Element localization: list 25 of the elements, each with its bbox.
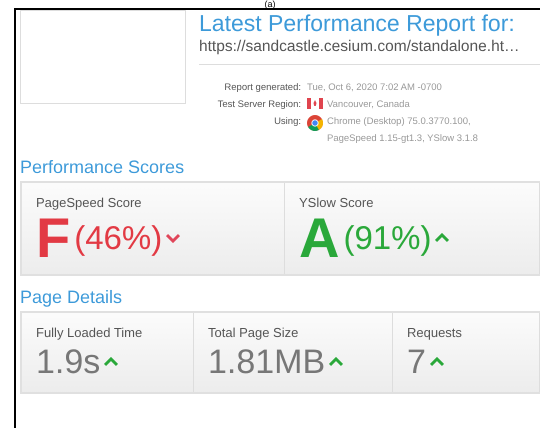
detail-value: 7 bbox=[407, 342, 426, 383]
detail-value: 1.9s bbox=[36, 342, 100, 383]
meta-label: Report generated: bbox=[223, 81, 301, 95]
meta-label: Test Server Region: bbox=[216, 98, 301, 112]
detail-label: Requests bbox=[407, 325, 463, 340]
grade-letter: A bbox=[299, 210, 340, 266]
report-title: Latest Performance Report for: bbox=[199, 10, 516, 36]
browser-icon bbox=[307, 115, 323, 131]
flag-icon bbox=[307, 98, 323, 109]
score-percent: (46%) bbox=[74, 219, 162, 257]
detail-value: 1.81MB bbox=[208, 342, 326, 383]
report-url: https://sandcastle.cesium.com/standalone.ht… bbox=[199, 36, 540, 65]
meta-value: Tue, Oct 6, 2020 7:02 AM -0700 bbox=[307, 81, 442, 95]
section-heading: Performance Scores bbox=[20, 156, 186, 178]
detail-label: Total Page Size bbox=[208, 325, 300, 340]
score-percent: (91%) bbox=[343, 219, 432, 257]
detail-label: Fully Loaded Time bbox=[36, 325, 144, 340]
grade-letter: F bbox=[36, 210, 70, 266]
meta-value: Chrome (Desktop) 75.0.3770.100, bbox=[327, 115, 472, 129]
score-label: PageSpeed Score bbox=[36, 195, 143, 210]
meta-value: Vancouver, Canada bbox=[327, 98, 410, 112]
meta-label: Using: bbox=[273, 115, 301, 129]
section-heading: Page Details bbox=[20, 286, 124, 308]
meta-value: PageSpeed 1.15-gt1.3, YSlow 3.1.8 bbox=[327, 132, 478, 146]
score-label: YSlow Score bbox=[299, 195, 374, 210]
